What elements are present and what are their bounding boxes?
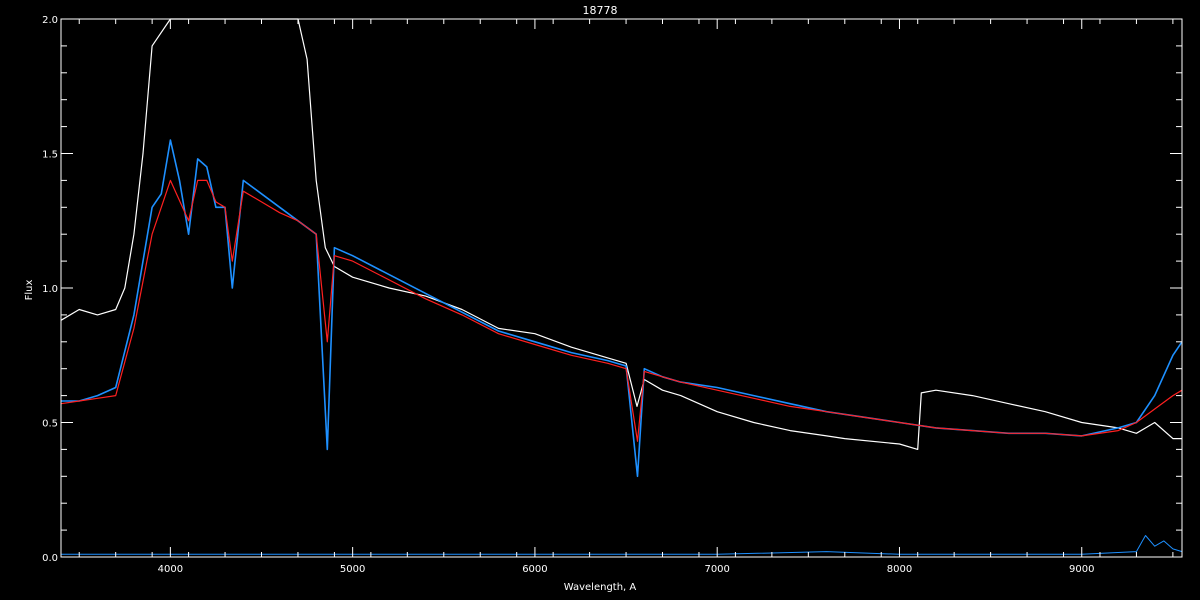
y-axis-label: Flux xyxy=(24,280,35,301)
y-tick-label: 1.5 xyxy=(42,150,58,161)
chart-title: 18778 xyxy=(583,4,618,17)
x-tick-label: 5000 xyxy=(340,564,365,575)
y-tick-label: 0.5 xyxy=(42,419,58,430)
x-tick-label: 9000 xyxy=(1069,564,1094,575)
x-tick-label: 8000 xyxy=(887,564,912,575)
spectrum-chart: 18778 Wavelength, A Flux 4000 5000 6000 700… xyxy=(0,0,1200,600)
x-axis-label: Wavelength, A xyxy=(564,582,637,593)
y-tick-label: 1.0 xyxy=(42,284,58,295)
x-tick-label: 7000 xyxy=(704,564,729,575)
y-tick-label: 0.0 xyxy=(42,553,58,564)
y-tick-label: 2.0 xyxy=(42,15,58,26)
x-tick-label: 4000 xyxy=(158,564,183,575)
x-tick-label: 6000 xyxy=(522,564,547,575)
chart-background xyxy=(0,0,1200,600)
